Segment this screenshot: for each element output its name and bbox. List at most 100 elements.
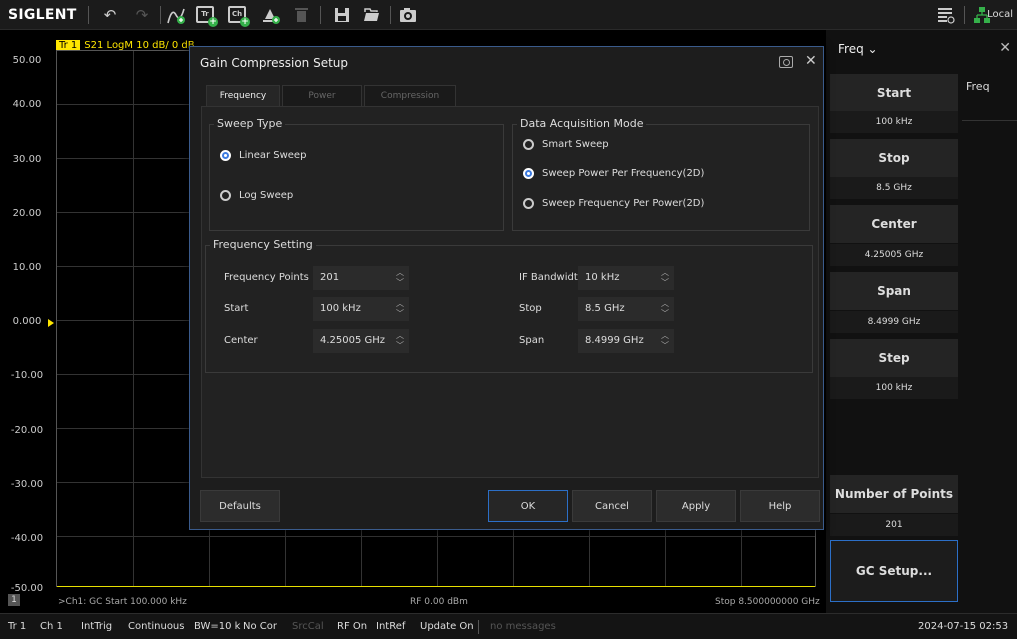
recall-icon[interactable] [362, 5, 382, 25]
smart-sweep-option[interactable]: Smart Sweep [523, 139, 609, 150]
tr-box-label: Tr [201, 10, 209, 18]
chevron-down-icon: ⌄ [867, 42, 878, 56]
status-trace[interactable]: Tr 1 [8, 621, 26, 632]
side-tab-freq[interactable]: Freq [962, 80, 1017, 120]
center-value: 4.25005 GHz [830, 244, 958, 266]
option-label: Smart Sweep [542, 139, 609, 150]
gc-setup-softkey[interactable]: GC Setup... [830, 540, 958, 602]
frequency-setting-group: Frequency Setting Frequency Points 201 ︿ ﹀… [205, 238, 813, 373]
span-input[interactable]: 8.4999 GHz ︿ ﹀ [578, 329, 674, 353]
acquisition-mode-group: Data Acquisition Mode Smart Sweep Sweep … [512, 117, 810, 231]
tab-compression[interactable]: Compression [364, 85, 456, 107]
stop-frequency-info: Stop 8.500000000 GHz [715, 597, 820, 607]
status-messages: no messages [490, 621, 556, 632]
status-rf[interactable]: RF On [337, 621, 367, 632]
frequency-points-input[interactable]: 201 ︿ ﹀ [313, 266, 409, 290]
tab-power[interactable]: Power [282, 85, 362, 107]
sweep-frequency-per-power-option[interactable]: Sweep Frequency Per Power(2D) [523, 198, 704, 209]
start-frequency-info: >Ch1: GC Start 100.000 kHz [58, 597, 187, 607]
softkey-label: Stop [878, 151, 910, 165]
status-correction[interactable]: No Cor [243, 621, 277, 632]
option-label: Sweep Power Per Frequency(2D) [542, 168, 705, 179]
close-icon[interactable]: ✕ [805, 53, 817, 69]
input-value: 10 kHz [585, 272, 620, 283]
y-tick-label: 50.00 [12, 55, 42, 66]
status-trigger-mode[interactable]: Continuous [128, 621, 184, 632]
y-tick-label: 40.00 [12, 99, 42, 110]
group-title: Data Acquisition Mode [517, 117, 647, 130]
status-reference[interactable]: IntRef [376, 621, 405, 632]
toolbar-divider [160, 6, 161, 24]
ok-button[interactable]: OK [488, 490, 568, 522]
close-icon[interactable]: ✕ [999, 40, 1011, 56]
toolbar: SIGLENT ↶ ↷ Tr + Ch + Local [0, 0, 1017, 30]
radio-unselected-icon [523, 139, 534, 150]
stop-label: Stop [519, 303, 542, 314]
step-value: 100 kHz [830, 377, 958, 399]
add-trace-icon[interactable] [166, 5, 186, 25]
tab-frequency[interactable]: Frequency [206, 85, 280, 107]
apply-button[interactable]: Apply [656, 490, 736, 522]
sweep-power-per-frequency-option[interactable]: Sweep Power Per Frequency(2D) [523, 168, 704, 179]
spinner-icon[interactable]: ︿ ﹀ [396, 331, 404, 351]
status-update[interactable]: Update On [420, 621, 474, 632]
y-tick-label: 20.00 [12, 208, 42, 219]
power-info: RF 0.00 dBm [410, 597, 468, 607]
option-label: Sweep Frequency Per Power(2D) [542, 198, 705, 209]
radio-unselected-icon [523, 198, 534, 209]
center-label: Center [224, 335, 258, 346]
center-input[interactable]: 4.25005 GHz ︿ ﹀ [313, 329, 409, 353]
menu-title-label: Freq [838, 42, 864, 56]
spinner-icon[interactable]: ︿ ﹀ [396, 268, 404, 288]
save-icon[interactable] [332, 5, 352, 25]
radio-selected-icon [523, 168, 534, 179]
defaults-button[interactable]: Defaults [200, 490, 280, 522]
y-tick-label: -40.00 [10, 533, 44, 544]
channel-number[interactable]: 1 [8, 594, 20, 606]
status-trigger-source[interactable]: IntTrig [81, 621, 112, 632]
help-button[interactable]: Help [740, 490, 820, 522]
status-bandwidth[interactable]: BW=10 k [194, 621, 240, 632]
redo-icon[interactable]: ↷ [132, 5, 152, 25]
number-of-points-softkey[interactable]: Number of Points [830, 475, 958, 513]
add-trace-window-icon[interactable]: Tr + [196, 6, 218, 27]
grid-line [57, 536, 815, 537]
cancel-button[interactable]: Cancel [572, 490, 652, 522]
spinner-icon[interactable]: ︿ ﹀ [661, 299, 669, 319]
toolbar-divider [88, 6, 89, 24]
log-sweep-option[interactable]: Log Sweep [220, 190, 293, 201]
center-softkey[interactable]: Center [830, 205, 958, 243]
y-tick-label: 30.00 [12, 154, 42, 165]
add-marker-icon[interactable] [261, 5, 281, 25]
status-bar: Tr 1 Ch 1 IntTrig Continuous BW=10 k No … [0, 613, 1017, 639]
start-softkey[interactable]: Start [830, 74, 958, 112]
spinner-icon[interactable]: ︿ ﹀ [661, 268, 669, 288]
undo-icon[interactable]: ↶ [100, 5, 120, 25]
if-bandwidth-input[interactable]: 10 kHz ︿ ﹀ [578, 266, 674, 290]
start-input[interactable]: 100 kHz ︿ ﹀ [313, 297, 409, 321]
screenshot-icon[interactable] [398, 5, 418, 25]
spinner-icon[interactable]: ︿ ﹀ [396, 299, 404, 319]
delete-icon[interactable] [292, 5, 312, 25]
softkey-label: Center [871, 217, 917, 231]
softkey-label: Step [878, 351, 910, 365]
softkey-panel: Freq ⌄ ✕ Start 100 kHz Stop 8.5 GHz Cent… [826, 30, 1017, 613]
span-softkey[interactable]: Span [830, 272, 958, 310]
step-softkey[interactable]: Step [830, 339, 958, 377]
status-source-cal[interactable]: SrcCal [292, 621, 324, 632]
menu-title[interactable]: Freq ⌄ [838, 42, 878, 56]
y-tick-label: -30.00 [10, 479, 44, 490]
softkey-label: GC Setup... [855, 564, 933, 578]
linear-sweep-option[interactable]: Linear Sweep [220, 150, 306, 161]
status-channel[interactable]: Ch 1 [40, 621, 63, 632]
stop-softkey[interactable]: Stop [830, 139, 958, 177]
dialog-footer: Defaults OK Cancel Apply Help [190, 487, 823, 529]
toolbar-divider [390, 6, 391, 24]
layout-icon[interactable] [936, 5, 956, 25]
add-channel-icon[interactable]: Ch + [228, 6, 250, 27]
camera-icon[interactable] [779, 56, 793, 68]
stop-input[interactable]: 8.5 GHz ︿ ﹀ [578, 297, 674, 321]
group-title: Frequency Setting [210, 238, 316, 251]
spinner-icon[interactable]: ︿ ﹀ [661, 331, 669, 351]
trace-line [57, 586, 815, 587]
